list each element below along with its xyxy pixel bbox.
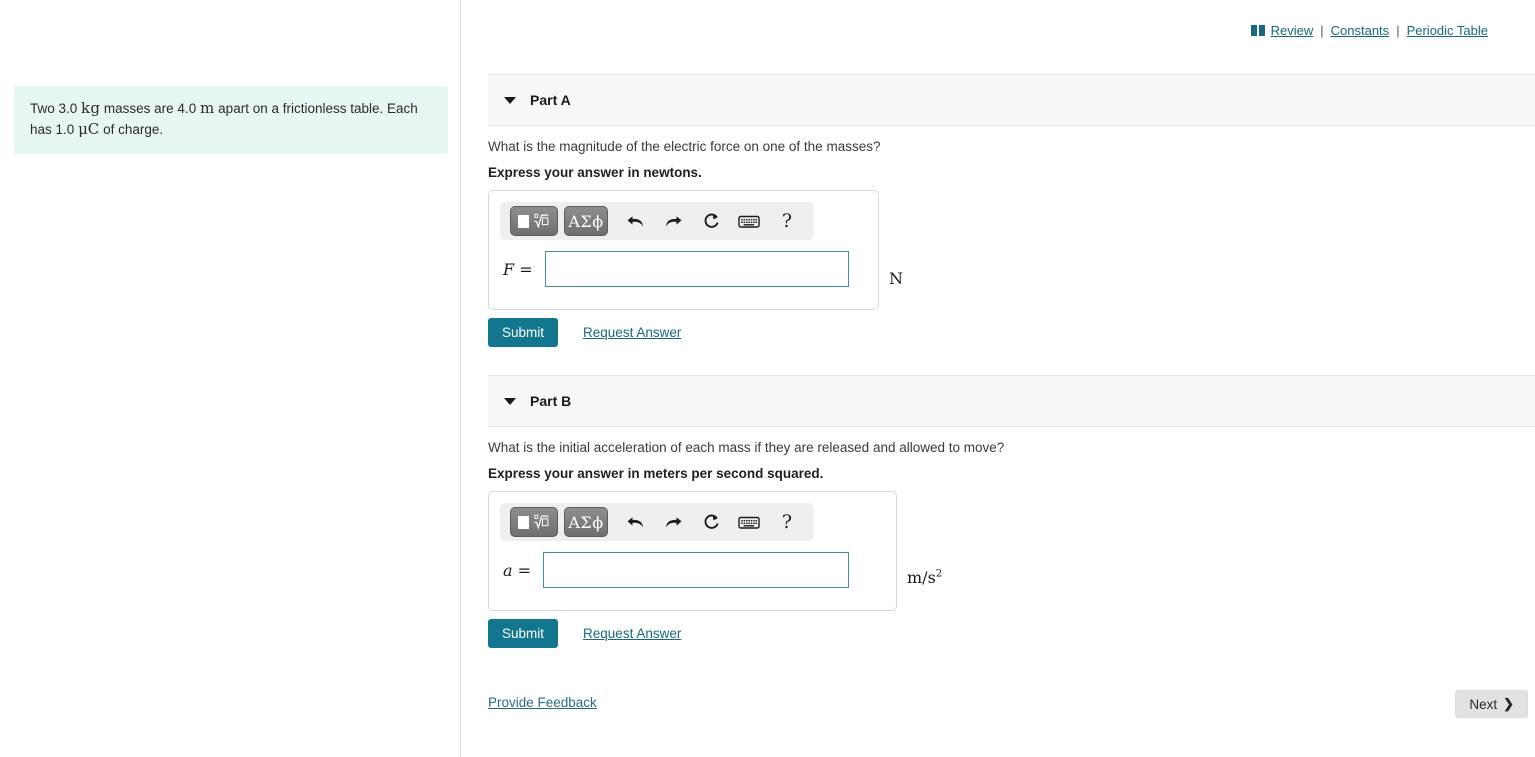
part-a-express: Express your answer in newtons. [488,165,702,180]
part-b-symbol: a [503,560,513,580]
redo-icon[interactable] [656,507,690,537]
undo-arrow-icon [627,516,643,527]
part-a-answer-box: ΑΣϕ ? F = N [488,190,903,310]
undo-icon[interactable] [618,507,652,537]
periodic-table-link[interactable]: Periodic Table [1407,23,1488,38]
keyboard-icon[interactable] [732,507,766,537]
part-b-answer-input[interactable] [543,552,850,588]
redo-arrow-icon [665,215,681,226]
part-b-express: Express your answer in meters per second… [488,466,824,481]
next-button[interactable]: Next ❯ [1455,690,1528,718]
help-icon[interactable]: ? [770,507,804,537]
chevron-right-icon: ❯ [1503,696,1514,711]
unit-microcoulomb: μC [78,120,100,138]
unit-m: m [199,99,215,117]
help-icon[interactable]: ? [770,206,804,236]
part-a-answer-input[interactable] [544,251,849,287]
link-separator-2: | [1396,23,1400,38]
review-link[interactable]: Review [1271,23,1314,38]
part-b-header[interactable]: Part B [488,375,1535,427]
redo-arrow-icon [665,516,681,527]
problem-statement: Two 3.0 kg masses are 4.0 m apart on a f… [14,86,448,154]
part-b-submit-button[interactable]: Submit [488,619,559,648]
link-separator-1: | [1320,23,1324,38]
part-b-answer-row: a = [503,552,850,588]
collapse-caret-icon[interactable] [504,397,516,405]
unit-kg: kg [81,99,101,117]
square-placeholder-icon [518,515,529,529]
undo-arrow-icon [627,215,643,226]
part-a-toolbar: ΑΣϕ ? [500,202,814,240]
onscreen-keyboard-icon [738,516,760,529]
top-resource-links: Review | Constants | Periodic Table [1250,23,1488,38]
problem-text-4: of charge. [103,122,164,137]
part-a-request-answer-link[interactable]: Request Answer [583,325,681,340]
redo-icon[interactable] [656,206,690,236]
problem-text-1: Two 3.0 [30,101,78,116]
next-button-label: Next [1469,696,1498,712]
nth-root-icon [534,514,549,530]
reset-icon[interactable] [694,206,728,236]
part-a-submit-row: Submit Request Answer [488,318,681,347]
part-a-question: What is the magnitude of the electric fo… [488,139,881,154]
part-b-unit-base: m/s [907,568,936,587]
reset-icon[interactable] [694,507,728,537]
problem-text-2: masses are 4.0 [103,101,197,116]
problem-sidebar: Two 3.0 kg masses are 4.0 m apart on a f… [0,0,461,757]
part-b-answer-label: a = [503,561,531,580]
greek-symbols-button[interactable]: ΑΣϕ [564,507,608,537]
nth-root-icon [534,213,549,229]
part-a-symbol: F [503,259,515,279]
reset-circle-icon [704,514,719,529]
part-a-unit: N [889,269,903,288]
part-b-answer-box: ΑΣϕ ? a = m/s2 [488,491,942,611]
part-a-equals: = [519,259,533,279]
part-a-answer-row: F = [503,251,849,287]
constants-link[interactable]: Constants [1331,23,1390,38]
keyboard-icon[interactable] [732,206,766,236]
part-b-unit-exponent: 2 [935,568,943,580]
part-b-toolbar: ΑΣϕ ? [500,503,814,541]
assignment-page: Two 3.0 kg masses are 4.0 m apart on a f… [0,0,1535,757]
book-icon [1250,25,1266,36]
part-b-unit: m/s2 [907,568,942,587]
part-a-title: Part A [530,92,571,108]
part-b-request-answer-link[interactable]: Request Answer [583,626,681,641]
reset-circle-icon [704,213,719,228]
undo-icon[interactable] [618,206,652,236]
part-b-question: What is the initial acceleration of each… [488,440,1005,455]
part-b-submit-row: Submit Request Answer [488,619,681,648]
part-a-submit-button[interactable]: Submit [488,318,559,347]
part-a-header[interactable]: Part A [488,74,1535,126]
collapse-caret-icon[interactable] [504,96,516,104]
part-b-equals: = [517,560,532,580]
math-template-button[interactable] [510,507,558,537]
square-placeholder-icon [518,214,529,228]
math-template-button[interactable] [510,206,558,236]
greek-symbols-button[interactable]: ΑΣϕ [564,206,608,236]
question-pane: Review | Constants | Periodic Table Part… [462,0,1535,757]
provide-feedback-link[interactable]: Provide Feedback [488,695,597,710]
part-a-answer-label: F = [503,260,533,279]
onscreen-keyboard-icon [738,215,760,228]
part-b-title: Part B [530,393,572,409]
